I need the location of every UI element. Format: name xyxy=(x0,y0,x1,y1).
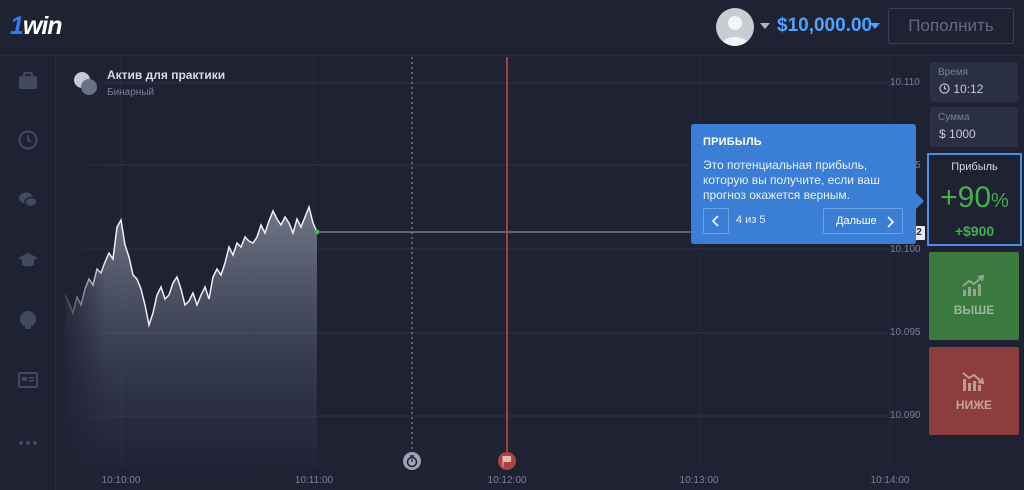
account-chevron-down-icon[interactable] xyxy=(760,23,770,29)
tooltip-step-counter: 4 из 5 xyxy=(736,214,766,226)
asset-name[interactable]: Актив для практики xyxy=(107,68,225,82)
x-tick-label: 10:14:00 xyxy=(871,475,910,486)
profit-percent: +90% xyxy=(940,181,1009,214)
clock-icon xyxy=(939,83,950,94)
currency-symbol: $ xyxy=(939,127,946,141)
header: 1win $10,000.00 Пополнить xyxy=(0,0,1024,56)
profit-amount: +$900 xyxy=(954,223,995,239)
trend-up-icon xyxy=(962,275,985,296)
trade-panel: Время 10:12 Сумма $ 1000 Прибыль +90% +$… xyxy=(927,57,1024,490)
higher-label: ВЫШЕ xyxy=(953,303,995,317)
timer-icon xyxy=(403,452,421,470)
tooltip-next-button[interactable]: Дальше xyxy=(823,208,903,234)
support-icon[interactable] xyxy=(16,308,40,332)
tooltip-nav: 4 из 5 Дальше xyxy=(703,208,903,234)
profit-box: Прибыль +90% +$900 xyxy=(927,153,1022,246)
trading-app: 1win $10,000.00 Пополнить 10:10:00 10:11… xyxy=(0,0,1024,490)
tooltip-title: ПРИБЫЛЬ xyxy=(703,136,762,148)
amount-value: 1000 xyxy=(949,127,976,141)
deposit-button[interactable]: Пополнить xyxy=(888,8,1014,44)
amount-field[interactable]: Сумма $ 1000 xyxy=(930,107,1018,147)
tooltip-next-label: Дальше xyxy=(836,215,877,227)
education-icon[interactable] xyxy=(16,248,40,272)
y-tick-label: 10.090 xyxy=(890,410,921,421)
x-tick-label: 10:11:00 xyxy=(295,475,334,486)
lower-label: НИЖЕ xyxy=(955,398,993,412)
briefcase-icon[interactable] xyxy=(16,69,40,93)
tooltip-text: Это потенциальная прибыль, которую вы по… xyxy=(703,158,880,202)
history-icon[interactable] xyxy=(16,128,40,152)
logo[interactable]: 1win xyxy=(10,12,63,41)
chevron-right-icon xyxy=(887,216,894,228)
time-field[interactable]: Время 10:12 xyxy=(930,62,1018,102)
chevron-left-icon xyxy=(712,215,719,227)
tooltip-prev-button[interactable] xyxy=(703,208,729,234)
tooltip-arrow xyxy=(916,193,924,209)
onboarding-tooltip: ПРИБЫЛЬ Это потенциальная прибыль, котор… xyxy=(691,124,916,244)
y-tick-label: 10.095 xyxy=(890,327,921,338)
avatar[interactable] xyxy=(716,8,754,46)
news-icon[interactable] xyxy=(16,368,40,392)
sidebar xyxy=(0,56,56,490)
y-tick-label: 10.100 xyxy=(890,244,921,255)
user-icon xyxy=(721,16,749,46)
time-value: 10:12 xyxy=(953,82,984,96)
time-label: Время xyxy=(938,67,969,78)
price-chart[interactable]: 10:10:00 10:11:00 10:12:00 10:13:00 10:1… xyxy=(57,57,927,490)
lower-button[interactable]: НИЖЕ xyxy=(929,347,1019,435)
current-price-dot xyxy=(314,229,320,235)
asset-icon xyxy=(74,72,97,95)
x-tick-label: 10:10:00 xyxy=(102,475,141,486)
more-icon[interactable] xyxy=(16,431,40,455)
chart-canvas[interactable]: 10:10:00 10:11:00 10:12:00 10:13:00 10:1… xyxy=(57,57,927,490)
higher-button[interactable]: ВЫШЕ xyxy=(929,252,1019,340)
finish-flag-icon xyxy=(498,452,516,470)
chat-icon[interactable] xyxy=(16,188,40,212)
trend-down-icon xyxy=(962,372,985,391)
balance-display[interactable]: $10,000.00 xyxy=(777,15,872,37)
y-tick-label: 10.110 xyxy=(890,77,920,88)
asset-type: Бинарный xyxy=(107,87,155,98)
profit-label: Прибыль xyxy=(951,161,998,173)
x-tick-label: 10:12:00 xyxy=(488,475,527,486)
amount-label: Сумма xyxy=(938,112,970,123)
balance-chevron-down-icon[interactable] xyxy=(870,23,880,29)
x-tick-label: 10:13:00 xyxy=(680,475,719,486)
